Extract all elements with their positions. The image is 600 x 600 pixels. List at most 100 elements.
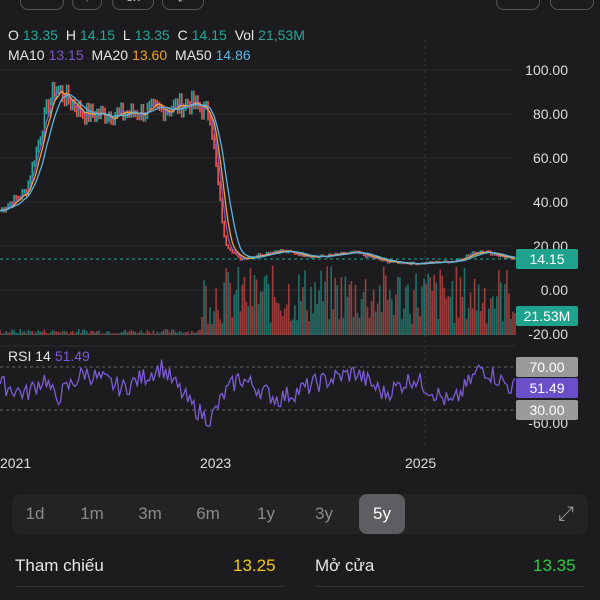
volume-bar [142, 332, 145, 335]
volume-bar [318, 290, 320, 335]
volume-bar [178, 331, 181, 335]
volume-bar [11, 329, 13, 335]
volume-bar [362, 291, 365, 335]
volume-bar [429, 277, 431, 335]
volume-bar [292, 319, 294, 335]
volume-bar [265, 274, 268, 335]
rsi-legend: RSI 14 51.49 [8, 348, 94, 364]
volume-bar [94, 332, 96, 335]
rsi-upper-tag: 70.00 [516, 357, 578, 377]
volume-bar [35, 332, 38, 335]
volume-bar [372, 289, 375, 335]
volume-bar [304, 270, 306, 335]
period-1m[interactable]: 1m [69, 494, 115, 534]
volume-bar [162, 330, 165, 335]
volume-bar [302, 287, 304, 335]
volume-bar [158, 333, 161, 335]
x-axis-label: 2023 [200, 455, 232, 471]
volume-bar [366, 307, 369, 335]
volume-bar [148, 332, 151, 335]
volume-bar [193, 332, 195, 335]
volume-bar [102, 333, 104, 335]
volume-bar [170, 329, 173, 335]
volume-bar [403, 308, 405, 335]
volume-bar [61, 331, 64, 335]
period-3m[interactable]: 3m [127, 494, 173, 534]
period-1y[interactable]: 1y [243, 494, 289, 534]
volume-bar [467, 307, 470, 335]
volume-bar [86, 331, 88, 335]
volume-bar [172, 329, 175, 335]
rsi-legend-value: 51.49 [54, 348, 90, 364]
volume-bar [195, 332, 197, 335]
volume-bar [308, 321, 310, 335]
volume-bar [477, 284, 480, 335]
volume-bar [168, 332, 171, 335]
volume-bar [443, 287, 446, 335]
volume-bar [90, 330, 92, 335]
volume-bar [370, 301, 373, 335]
rsi-label: RSI 14 [8, 348, 51, 364]
volume-bar [277, 303, 280, 335]
volume-bar [386, 299, 389, 335]
volume-bar [411, 323, 413, 335]
open-stat-value: 13.35 [533, 556, 576, 575]
volume-bar [187, 331, 189, 335]
volume-bar [475, 310, 478, 335]
volume-bar [508, 293, 510, 335]
volume-bar [237, 266, 240, 335]
volume-bar [82, 329, 84, 335]
volume-bar [9, 332, 11, 335]
volume-bar [306, 310, 308, 335]
volume-bar [384, 275, 387, 335]
volume-bar [397, 276, 399, 335]
volume-bar [393, 314, 395, 335]
period-6m[interactable]: 6m [185, 494, 231, 534]
volume-bar [96, 331, 98, 335]
volume-bar [485, 323, 488, 335]
volume-bar [269, 322, 272, 335]
volume-bar [138, 331, 141, 335]
volume-bar [271, 265, 274, 335]
volume-bar [241, 284, 244, 335]
expand-icon[interactable]: ⤢ [558, 503, 574, 526]
period-5y[interactable]: 5y [359, 494, 405, 534]
volume-bar [281, 316, 284, 335]
volume-bar [132, 330, 135, 335]
volume-bar [130, 330, 133, 335]
volume-bar [298, 274, 300, 335]
volume-bar [106, 331, 108, 335]
volume-bar [483, 287, 486, 335]
volume-bar [185, 332, 187, 335]
price-axis-label: -20.00 [528, 326, 568, 342]
volume-bar [191, 330, 193, 335]
volume-bar [174, 332, 177, 335]
period-1d[interactable]: 1d [12, 494, 58, 534]
open-stat-label: Mở cửa [315, 556, 375, 575]
period-3y[interactable]: 3y [301, 494, 347, 534]
volume-bar [449, 296, 452, 335]
volume-bar [243, 277, 246, 335]
volume-bar [247, 306, 250, 335]
volume-bar [182, 333, 185, 335]
volume-bar [469, 292, 472, 335]
volume-bar [419, 316, 421, 335]
volume-bar [376, 303, 379, 335]
volume-bar [156, 331, 159, 335]
volume-bar [300, 300, 302, 335]
volume-bar [427, 273, 429, 335]
volume-bar [340, 277, 343, 335]
price-chart[interactable] [0, 0, 600, 480]
volume-tag: 21.53M [516, 306, 578, 326]
volume-bar [322, 301, 324, 335]
volume-bar [29, 331, 32, 335]
price-axis-label: 80.00 [532, 106, 568, 122]
volume-bar [0, 329, 1, 335]
volume-bar [126, 332, 129, 335]
volume-bar [108, 331, 110, 335]
price-axis-label: 40.00 [532, 194, 568, 210]
volume-bar [73, 333, 76, 335]
volume-bar [239, 311, 242, 335]
period-selector: 1d 1m 3m 6m 1y 3y 5y ⤢ [12, 494, 588, 534]
volume-bar [435, 282, 438, 335]
